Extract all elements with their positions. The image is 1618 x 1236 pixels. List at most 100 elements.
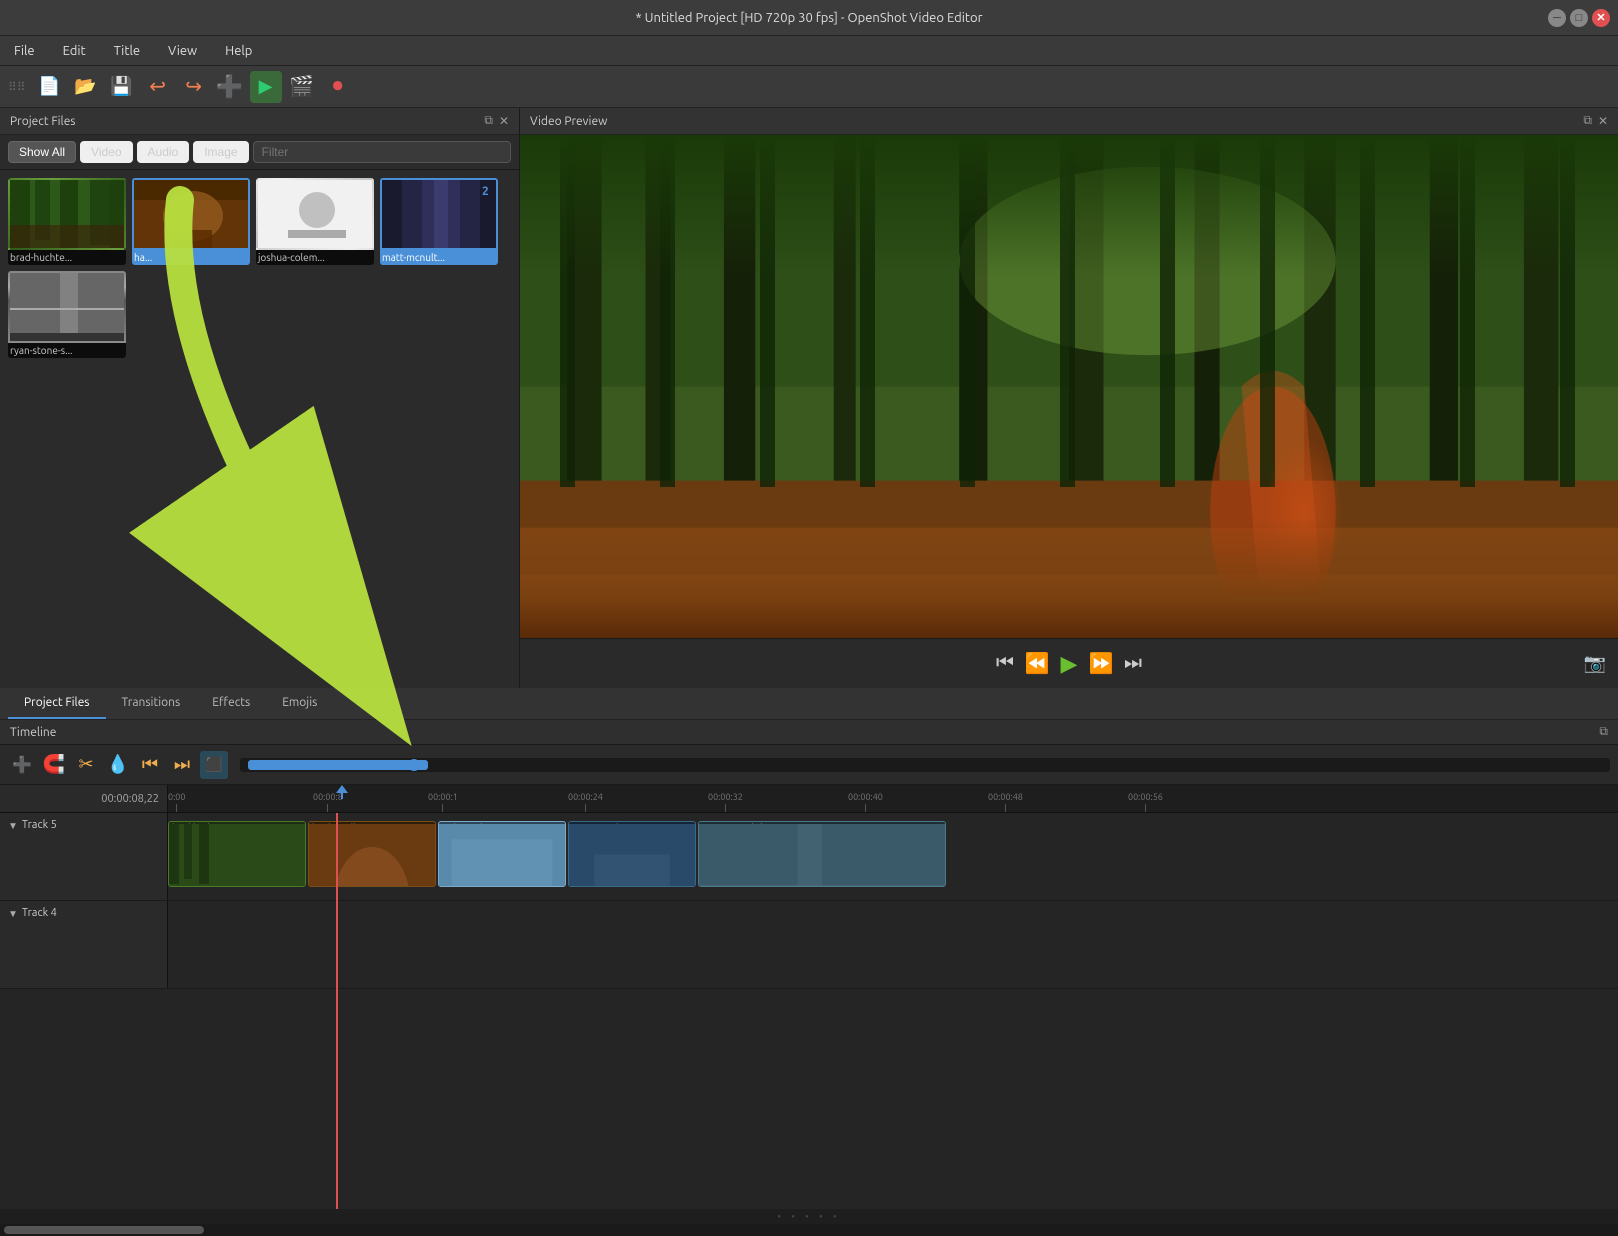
preview-restore-icon[interactable]: ⧉ bbox=[1583, 114, 1592, 128]
media-item-3[interactable]: joshua-colem... bbox=[256, 178, 374, 265]
clip-joshua-svg bbox=[439, 824, 565, 887]
tl-mark-24: 00:00:24 bbox=[568, 792, 603, 812]
playhead-marker-svg bbox=[336, 785, 348, 799]
clip-matt-svg bbox=[569, 824, 695, 887]
panel-close-icon[interactable]: ✕ bbox=[499, 114, 509, 128]
panel-header-icons: ⧉ ✕ bbox=[484, 114, 509, 128]
preview-play-button[interactable]: ▶ bbox=[250, 71, 282, 103]
svg-text:2: 2 bbox=[482, 185, 489, 198]
maximize-button[interactable]: □ bbox=[1570, 9, 1588, 27]
clip-brad-svg bbox=[169, 824, 305, 887]
screenshot-button[interactable]: 📷 bbox=[1584, 653, 1606, 674]
tl-scrollbar[interactable] bbox=[0, 1224, 1618, 1236]
tl-scrollbar-thumb[interactable] bbox=[4, 1226, 204, 1234]
media-item-4[interactable]: 2 matt-mcnult... bbox=[380, 178, 498, 265]
clip-matt[interactable]: matt-mcnulty-nyc... bbox=[568, 821, 696, 887]
preview-controls: ⏮ ⏪ ▶ ⏩ ⏭ 📷 bbox=[520, 638, 1618, 688]
record-button[interactable]: ⏺ bbox=[322, 71, 354, 103]
add-marker-button[interactable]: 💧 bbox=[104, 751, 132, 779]
minimize-button[interactable]: ─ bbox=[1548, 9, 1566, 27]
new-button[interactable]: 📄 bbox=[34, 71, 66, 103]
tab-show-all[interactable]: Show All bbox=[8, 141, 76, 163]
clip-hardy[interactable]: hardy_wallpaper_ bbox=[308, 821, 436, 887]
preview-controls-wrap: ⏮ ⏪ ▶ ⏩ ⏭ 📷 bbox=[520, 648, 1618, 680]
media-label-5: ryan-stone-s... bbox=[8, 343, 126, 358]
open-button[interactable]: 📂 bbox=[70, 71, 102, 103]
clip-ryan[interactable]: ryan-stone-skykomis... bbox=[698, 821, 946, 887]
tl-mark-0: 0:00 bbox=[168, 792, 185, 812]
preview-svg bbox=[520, 135, 1618, 638]
jump-start-button[interactable]: ⏮ bbox=[136, 751, 164, 779]
fast-forward-button[interactable]: ⏩ bbox=[1085, 648, 1117, 680]
thumb-svg-5 bbox=[10, 273, 126, 343]
preview-close-icon[interactable]: ✕ bbox=[1598, 114, 1608, 128]
clip-ryan-thumb bbox=[699, 824, 945, 887]
menu-view[interactable]: View bbox=[162, 42, 203, 60]
media-label-1: brad-huchte... bbox=[8, 250, 126, 265]
tab-image[interactable]: Image bbox=[193, 141, 248, 163]
preview-title: Video Preview bbox=[530, 115, 607, 128]
forward-end-button[interactable]: ⏭ bbox=[1117, 648, 1149, 680]
export-button[interactable]: 🎬 bbox=[286, 71, 318, 103]
media-label-4: matt-mcnult... bbox=[380, 250, 498, 265]
panel-restore-icon[interactable]: ⧉ bbox=[484, 114, 493, 128]
play-button[interactable]: ▶ bbox=[1053, 648, 1085, 680]
tab-audio[interactable]: Audio bbox=[137, 141, 190, 163]
media-thumb-5 bbox=[8, 271, 126, 343]
track-4-collapse-icon[interactable]: ▼ bbox=[8, 908, 18, 920]
menu-title[interactable]: Title bbox=[108, 42, 146, 60]
track-4-name: Track 4 bbox=[22, 907, 57, 919]
tl-mark-16: 00:00:1 bbox=[428, 792, 458, 812]
track-4-body[interactable] bbox=[168, 901, 1618, 988]
tl-bottom-grip: • • • • • bbox=[0, 1209, 1618, 1224]
tl-tracks: ▼ Track 5 brad-huchteman-s... bbox=[0, 813, 1618, 1209]
rewind-button[interactable]: ⏪ bbox=[1021, 648, 1053, 680]
media-thumb-4: 2 bbox=[380, 178, 498, 250]
timeline-expand-icon[interactable]: ⧉ bbox=[1599, 725, 1608, 739]
preview-header: Video Preview ⧉ ✕ bbox=[520, 108, 1618, 135]
track-5-collapse-icon[interactable]: ▼ bbox=[8, 820, 18, 832]
filter-tabs: Show All Video Audio Image bbox=[0, 135, 519, 170]
jump-end-button[interactable]: ⏭ bbox=[168, 751, 196, 779]
menu-edit[interactable]: Edit bbox=[57, 42, 92, 60]
redo-button[interactable]: ↪ bbox=[178, 71, 210, 103]
tl-scroll-playhead bbox=[408, 759, 420, 771]
clip-brad[interactable]: brad-huchteman-s... bbox=[168, 821, 306, 887]
tl-ruler-marks[interactable]: 0:00 00:00:8 00:00:1 00:00:24 bbox=[168, 785, 1618, 812]
timeline-header: Timeline ⧉ bbox=[0, 720, 1618, 745]
snap-button[interactable]: 🧲 bbox=[40, 751, 68, 779]
import-button[interactable]: ➕ bbox=[214, 71, 246, 103]
main-area: Project Files ⧉ ✕ Show All Video Audio I… bbox=[0, 108, 1618, 1236]
center-playhead-button[interactable]: ⬛ bbox=[200, 751, 228, 779]
tab-transitions[interactable]: Transitions bbox=[106, 688, 197, 719]
tab-video[interactable]: Video bbox=[80, 141, 132, 163]
add-track-button[interactable]: ➕ bbox=[8, 751, 36, 779]
clip-ryan-svg bbox=[699, 824, 945, 887]
save-button[interactable]: 💾 bbox=[106, 71, 138, 103]
thumb-svg-3 bbox=[258, 180, 374, 250]
media-thumb-2 bbox=[132, 178, 250, 250]
project-files-title: Project Files bbox=[10, 115, 76, 128]
clip-joshua[interactable]: joshua-coleman-sc... bbox=[438, 821, 566, 887]
media-item-5[interactable]: ryan-stone-s... bbox=[8, 271, 126, 358]
main-toolbar: ⠿⠿ 📄 📂 💾 ↩ ↪ ➕ ▶ 🎬 ⏺ bbox=[0, 66, 1618, 108]
cut-button[interactable]: ✂ bbox=[72, 751, 100, 779]
media-item-2[interactable]: ha... bbox=[132, 178, 250, 265]
rewind-start-button[interactable]: ⏮ bbox=[989, 648, 1021, 680]
menu-help[interactable]: Help bbox=[219, 42, 258, 60]
tab-effects[interactable]: Effects bbox=[196, 688, 266, 719]
track-5-body[interactable]: brad-huchteman-s... bbox=[168, 813, 1618, 900]
undo-button[interactable]: ↩ bbox=[142, 71, 174, 103]
top-panels: Project Files ⧉ ✕ Show All Video Audio I… bbox=[0, 108, 1618, 688]
close-button[interactable]: ✕ bbox=[1592, 9, 1610, 27]
media-item-1[interactable]: brad-huchte... bbox=[8, 178, 126, 265]
window-controls: ─ □ ✕ bbox=[1548, 9, 1610, 27]
media-thumb-3 bbox=[256, 178, 374, 250]
tl-scroll-thumb[interactable] bbox=[248, 760, 428, 770]
filter-input[interactable] bbox=[253, 141, 511, 163]
media-label-2: ha... bbox=[132, 250, 250, 265]
clip-joshua-thumb bbox=[439, 824, 565, 887]
menu-file[interactable]: File bbox=[8, 42, 41, 60]
tab-emojis[interactable]: Emojis bbox=[266, 688, 333, 719]
tab-project-files[interactable]: Project Files bbox=[8, 688, 106, 719]
